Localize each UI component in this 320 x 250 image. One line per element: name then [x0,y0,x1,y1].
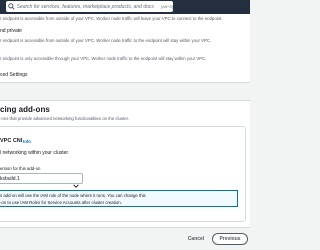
search-bar[interactable]: [Alt+S] [6,1,173,12]
vpc-cni-addon-panel: VPC CNI Info l networking within your cl… [0,126,246,222]
addons-section-description: -ons that provide advanced networking fu… [0,116,129,121]
endpoint-option-public-and-private[interactable]: nd private r endpoint is accessible from… [0,28,250,48]
previous-button[interactable]: Previous [212,233,248,245]
addon-description: l networking within your cluster. [0,150,70,156]
endpoint-option-public-and-private-description: r endpoint is accessible from outside of… [0,38,212,43]
info-link[interactable]: Info [23,139,31,144]
search-input[interactable] [16,3,162,10]
search-shortcut-hint: [Alt+S] [161,4,173,9]
version-label: ersion for this add-on [0,166,41,171]
cancel-button[interactable]: Cancel [186,233,206,245]
endpoint-option-private-description: r endpoint is only accessible through yo… [0,56,207,61]
alert-text-line-2: -on to use IAM Roles for Service Account… [0,200,122,205]
networking-addons-card: cing add-ons -ons that provide advanced … [0,100,250,228]
chevron-down-icon [73,176,79,188]
endpoint-option-private[interactable]: r endpoint is only accessible through yo… [0,54,250,64]
version-select-value: ksbuild.1 [0,176,20,182]
advanced-settings-toggle[interactable]: ced Settings [0,72,28,78]
top-navigation-bar: [Alt+S] [0,0,250,14]
endpoint-option-public-description: r endpoint is accessible from outside of… [0,16,223,21]
endpoint-option-public[interactable]: r endpoint is accessible from outside of… [0,14,250,24]
addons-section-title: cing add-ons [0,105,50,114]
alert-text-line-1: s add-on will use the IAM role of the no… [0,193,146,198]
iam-role-info-alert: s add-on will use the IAM role of the no… [0,190,238,207]
cluster-endpoint-access-panel: r endpoint is accessible from outside of… [0,14,250,83]
endpoint-option-title: nd private [0,28,22,34]
addon-name: VPC CNI [0,138,23,144]
version-select[interactable]: ksbuild.1 [0,173,83,188]
search-icon [7,2,17,12]
